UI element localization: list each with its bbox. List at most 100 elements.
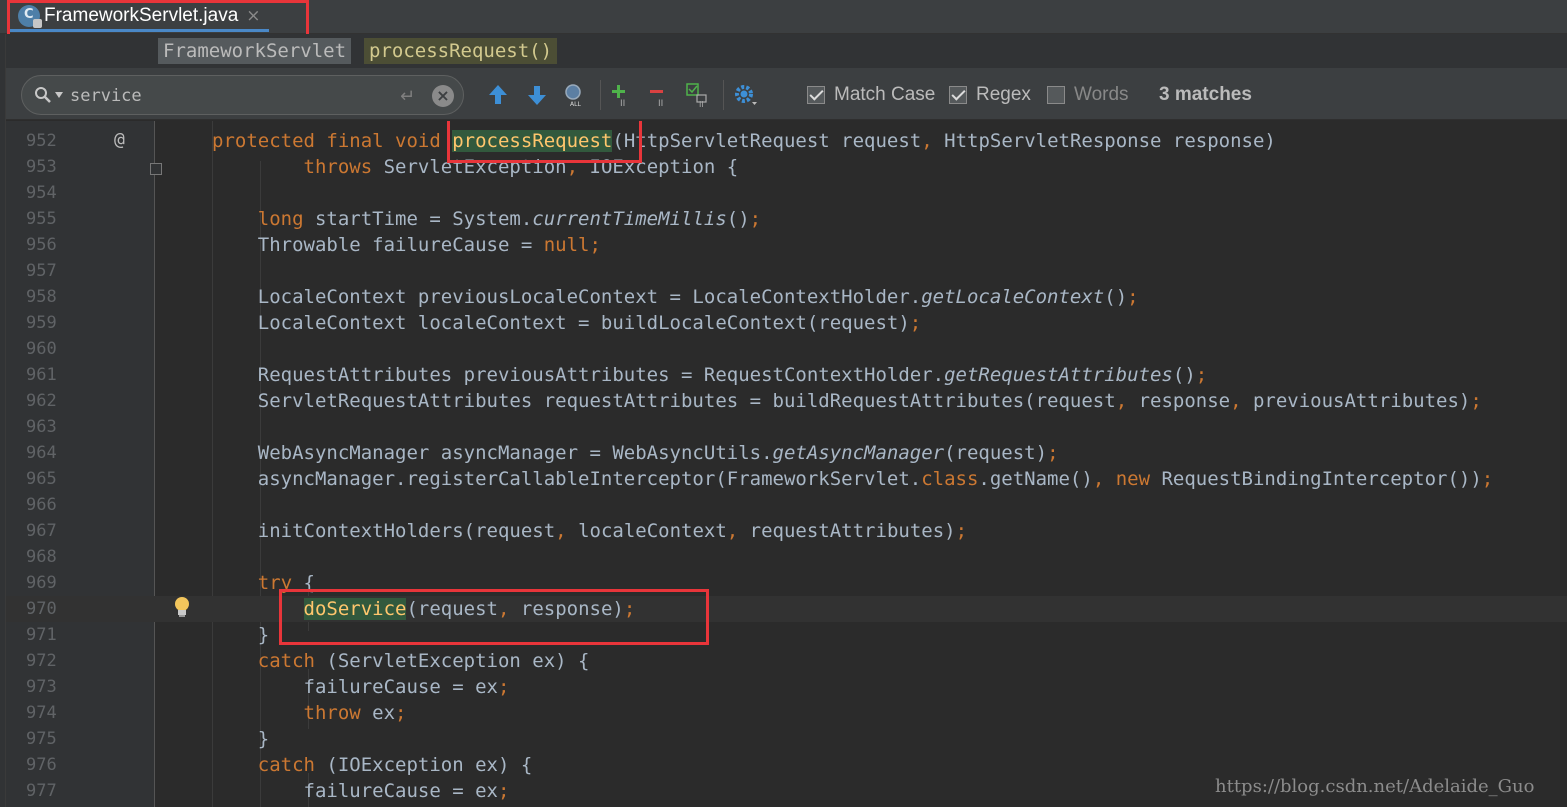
code-line[interactable]: 962 ServletRequestAttributes requestAttr… <box>6 388 1567 414</box>
code-text[interactable]: failureCause = ex; <box>212 778 510 804</box>
code-token: ; <box>1047 442 1059 464</box>
code-text[interactable]: LocaleContext localeContext = buildLocal… <box>212 310 921 336</box>
code-text[interactable]: initContextHolders(request, localeContex… <box>212 518 967 544</box>
code-line[interactable]: 963 <box>6 414 1567 440</box>
search-icon[interactable] <box>34 86 52 104</box>
line-number[interactable]: 969 <box>26 570 76 596</box>
line-number[interactable]: 973 <box>26 674 76 700</box>
next-occurrence-button[interactable] <box>524 82 550 108</box>
code-text[interactable]: catch (ServletException ex) { <box>212 648 590 674</box>
line-number[interactable]: 960 <box>26 336 76 362</box>
line-number[interactable]: 972 <box>26 648 76 674</box>
code-text[interactable]: throws ServletException, IOException { <box>212 154 739 180</box>
code-token: ; <box>395 702 407 724</box>
breadcrumb-class[interactable]: FrameworkServlet <box>158 38 352 64</box>
code-text[interactable]: failureCause = ex; <box>212 674 510 700</box>
code-text[interactable]: long startTime = System.currentTimeMilli… <box>212 206 761 232</box>
line-number[interactable]: 955 <box>26 206 76 232</box>
line-number[interactable]: 965 <box>26 466 76 492</box>
code-line[interactable]: 966 <box>6 492 1567 518</box>
code-line[interactable]: 955 long startTime = System.currentTimeM… <box>6 206 1567 232</box>
line-number[interactable]: 970 <box>26 596 76 622</box>
add-occurrence-button[interactable]: II <box>609 82 635 109</box>
code-text[interactable]: } <box>212 622 269 648</box>
code-text[interactable]: try { <box>212 570 315 596</box>
breadcrumb-method[interactable]: processRequest() <box>364 38 558 64</box>
code-token: Throwable failureCause = <box>212 234 544 256</box>
code-line[interactable]: 958 LocaleContext previousLocaleContext … <box>6 284 1567 310</box>
match-case-option[interactable]: Match Case <box>807 82 935 108</box>
code-text[interactable]: Throwable failureCause = null; <box>212 232 601 258</box>
code-text[interactable]: protected final void processRequest(Http… <box>212 128 1276 154</box>
line-number[interactable]: 975 <box>26 726 76 752</box>
code-token: localeContext <box>578 520 727 542</box>
code-text[interactable]: asyncManager.registerCallableInterceptor… <box>212 466 1493 492</box>
regex-checkbox[interactable] <box>949 86 967 104</box>
line-number[interactable]: 957 <box>26 258 76 284</box>
line-number[interactable]: 968 <box>26 544 76 570</box>
override-annotation-icon[interactable]: @ <box>114 129 125 150</box>
code-editor[interactable]: 952 protected final void processRequest(H… <box>6 121 1567 807</box>
code-text[interactable]: doService(request, response); <box>212 596 635 622</box>
code-line[interactable]: 952 protected final void processRequest(H… <box>6 128 1567 154</box>
line-number[interactable]: 961 <box>26 362 76 388</box>
code-line[interactable]: 968 <box>6 544 1567 570</box>
line-number[interactable]: 977 <box>26 778 76 804</box>
code-line[interactable]: 965 asyncManager.registerCallableInterce… <box>6 466 1567 492</box>
clear-search-icon[interactable]: × <box>432 85 454 107</box>
code-text[interactable]: LocaleContext previousLocaleContext = Lo… <box>212 284 1139 310</box>
line-number[interactable]: 967 <box>26 518 76 544</box>
words-checkbox[interactable] <box>1047 86 1065 104</box>
toggle-selection-button[interactable]: II <box>685 82 711 109</box>
line-number[interactable]: 956 <box>26 232 76 258</box>
line-number[interactable]: 974 <box>26 700 76 726</box>
lightbulb-icon[interactable] <box>172 595 192 619</box>
fold-icon[interactable] <box>150 163 162 175</box>
settings-button[interactable] <box>732 82 758 108</box>
line-number[interactable]: 952 <box>26 128 76 154</box>
line-number[interactable]: 976 <box>26 752 76 778</box>
code-line[interactable]: 976 catch (IOException ex) { <box>6 752 1567 778</box>
line-number[interactable]: 954 <box>26 180 76 206</box>
code-line[interactable]: 975 } <box>6 726 1567 752</box>
code-token: ; <box>1195 364 1208 386</box>
line-number[interactable]: 963 <box>26 414 76 440</box>
code-line[interactable]: 974 throw ex; <box>6 700 1567 726</box>
match-case-checkbox[interactable] <box>807 86 825 104</box>
select-all-occurrences-button[interactable]: ALL <box>562 82 588 108</box>
code-text[interactable]: ServletRequestAttributes requestAttribut… <box>212 388 1482 414</box>
previous-occurrence-button[interactable] <box>485 82 511 108</box>
regex-option[interactable]: Regex <box>949 82 1031 108</box>
code-line[interactable]: 970 doService(request, response); <box>6 596 1567 622</box>
code-text[interactable]: WebAsyncManager asyncManager = WebAsyncU… <box>212 440 1059 466</box>
search-input[interactable] <box>70 84 390 108</box>
code-token: null <box>543 234 590 256</box>
code-text[interactable]: } <box>212 726 269 752</box>
code-text[interactable]: catch (IOException ex) { <box>212 752 533 778</box>
line-number[interactable]: 964 <box>26 440 76 466</box>
search-history-dropdown-icon[interactable] <box>55 92 63 98</box>
code-line[interactable]: 971 } <box>6 622 1567 648</box>
line-number[interactable]: 962 <box>26 388 76 414</box>
code-line[interactable]: 961 RequestAttributes previousAttributes… <box>6 362 1567 388</box>
code-line[interactable]: 954 <box>6 180 1567 206</box>
line-number[interactable]: 959 <box>26 310 76 336</box>
code-line[interactable]: 959 LocaleContext localeContext = buildL… <box>6 310 1567 336</box>
code-line[interactable]: 957 <box>6 258 1567 284</box>
line-number[interactable]: 971 <box>26 622 76 648</box>
code-text[interactable]: RequestAttributes previousAttributes = R… <box>212 362 1207 388</box>
remove-occurrence-button[interactable]: II <box>647 82 673 109</box>
code-line[interactable]: 973 failureCause = ex; <box>6 674 1567 700</box>
line-number[interactable]: 966 <box>26 492 76 518</box>
code-line[interactable]: 972 catch (ServletException ex) { <box>6 648 1567 674</box>
code-line[interactable]: 964 WebAsyncManager asyncManager = WebAs… <box>6 440 1567 466</box>
line-number[interactable]: 953 <box>26 154 76 180</box>
words-option[interactable]: Words <box>1047 82 1129 108</box>
code-line[interactable]: 969 try { <box>6 570 1567 596</box>
line-number[interactable]: 958 <box>26 284 76 310</box>
code-line[interactable]: 967 initContextHolders(request, localeCo… <box>6 518 1567 544</box>
code-line[interactable]: 953 throws ServletException, IOException… <box>6 154 1567 180</box>
code-text[interactable]: throw ex; <box>212 700 407 726</box>
code-line[interactable]: 956 Throwable failureCause = null; <box>6 232 1567 258</box>
code-line[interactable]: 960 <box>6 336 1567 362</box>
